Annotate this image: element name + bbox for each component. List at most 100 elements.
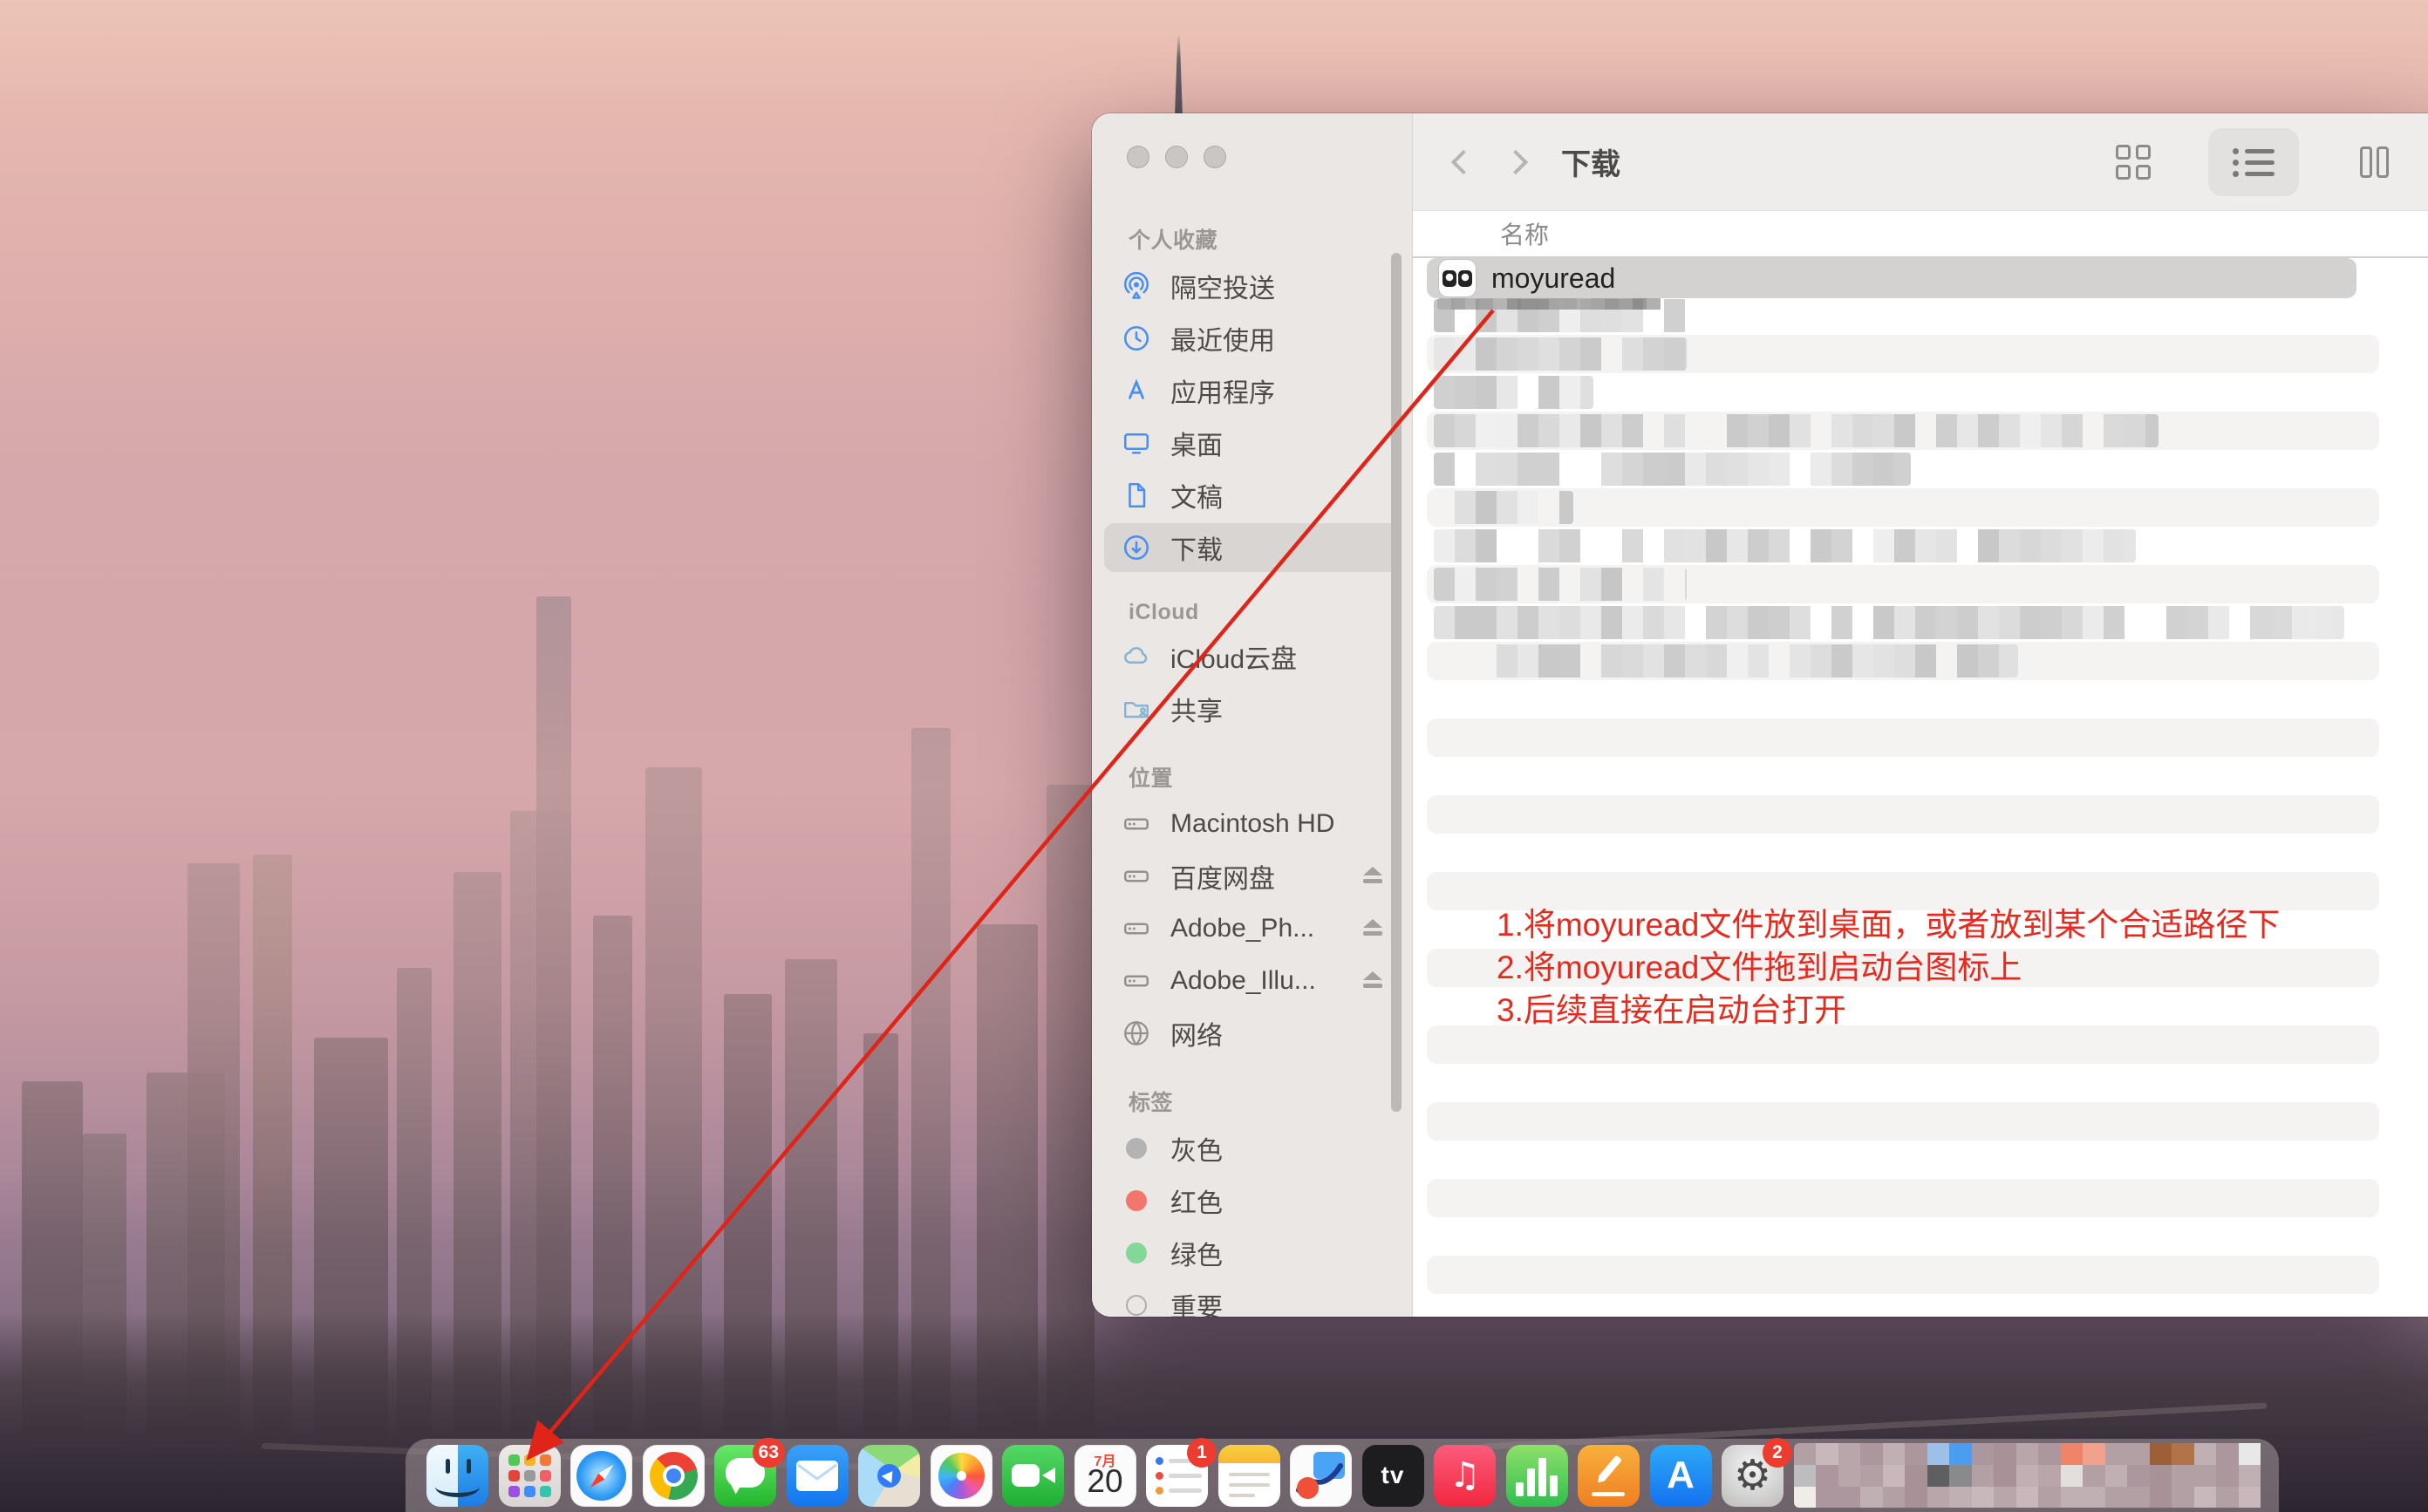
sidebar-item-recents[interactable]: 最近使用 <box>1104 314 1400 363</box>
file-row-redacted[interactable] <box>1434 414 2159 447</box>
file-list: moyuread 1.将moyuread文件放到桌面，或者放到某个合适路径下 2… <box>1413 258 2428 1317</box>
column-header-name[interactable]: 名称 <box>1500 216 1549 251</box>
sidebar-item-label: iCloud云盘 <box>1170 637 1297 676</box>
sidebar-item-tag-gray[interactable]: 灰色 <box>1104 1124 1400 1173</box>
download-icon <box>1120 531 1153 564</box>
eject-icon[interactable] <box>1361 971 1384 991</box>
dock-icons-redacted[interactable] <box>1794 1443 2282 1508</box>
reminders-badge: 1 <box>1187 1438 1217 1468</box>
calendar-day: 20 <box>1074 1463 1136 1500</box>
sidebar-item-macintosh-hd[interactable]: Macintosh HD <box>1104 800 1400 848</box>
sidebar-item-baidu-netdisk[interactable]: 百度网盘 <box>1104 852 1400 901</box>
file-row-redacted[interactable] <box>1434 453 1911 486</box>
dock-icon-mail[interactable] <box>787 1445 849 1507</box>
dock-icon-launchpad[interactable] <box>499 1445 561 1507</box>
sidebar-item-applications[interactable]: 应用程序 <box>1104 366 1400 415</box>
close-button[interactable] <box>1127 146 1149 168</box>
airdrop-icon <box>1120 269 1153 303</box>
dock: 63 7月 20 1 tv <box>406 1439 2279 1512</box>
list-view-button[interactable] <box>2208 128 2299 196</box>
dock-icon-chrome[interactable] <box>643 1445 705 1507</box>
dock-icon-music[interactable]: ♫ <box>1434 1445 1496 1507</box>
dock-icon-messages[interactable]: 63 <box>714 1445 776 1507</box>
dock-icon-notes[interactable] <box>1218 1445 1280 1507</box>
eject-icon[interactable] <box>1361 866 1384 887</box>
sidebar-item-icloud-drive[interactable]: iCloud云盘 <box>1104 632 1400 681</box>
dock-icon-finder[interactable] <box>426 1445 488 1507</box>
sidebar-item-adobe-illu[interactable]: Adobe_Illu... <box>1104 957 1400 1005</box>
navigation-arrow-icon <box>877 1464 901 1488</box>
file-row-moyuread[interactable]: moyuread <box>1427 258 2356 298</box>
dock-icon-calendar[interactable]: 7月 20 <box>1074 1445 1136 1507</box>
column-view-button[interactable] <box>2329 128 2419 196</box>
sidebar-item-network[interactable]: 网络 <box>1104 1009 1400 1058</box>
messages-badge: 63 <box>753 1438 785 1468</box>
dock-icon-numbers[interactable] <box>1506 1445 1568 1507</box>
eject-icon[interactable] <box>1361 918 1384 939</box>
zoom-button[interactable] <box>1204 146 1226 168</box>
empty-row-stripe <box>1427 1102 2379 1141</box>
file-row-redacted[interactable] <box>1434 529 2136 562</box>
dock-icon-pages[interactable] <box>1578 1445 1640 1507</box>
empty-row-stripe <box>1427 1256 2379 1294</box>
dock-icon-safari[interactable] <box>570 1445 632 1507</box>
dock-icon-appstore[interactable]: A <box>1650 1445 1712 1507</box>
sidebar-item-label: Macintosh HD <box>1170 809 1334 839</box>
sidebar-section-tags: 标签 <box>1129 1086 1412 1117</box>
file-row-redacted[interactable] <box>1434 568 1687 601</box>
grid-view-button[interactable] <box>2088 128 2179 196</box>
dock-icon-reminders[interactable]: 1 <box>1146 1445 1208 1507</box>
back-icon[interactable] <box>1451 149 1476 174</box>
sidebar-item-downloads[interactable]: 下载 <box>1104 523 1400 572</box>
dock-icon-maps[interactable] <box>858 1445 920 1507</box>
music-note-glyph: ♫ <box>1449 1455 1481 1495</box>
sidebar-item-desktop[interactable]: 桌面 <box>1104 419 1400 467</box>
appstore-a-glyph: A <box>1667 1454 1695 1497</box>
sidebar-item-tag-red[interactable]: 红色 <box>1104 1176 1400 1225</box>
list-view-icon <box>2233 143 2275 182</box>
empty-row-stripe <box>1427 719 2379 757</box>
sidebar-item-label: 绿色 <box>1170 1234 1223 1272</box>
dock-icon-freeform[interactable] <box>1290 1445 1352 1507</box>
sidebar-item-label: 下载 <box>1170 528 1223 567</box>
traffic-lights <box>1127 146 1226 168</box>
sidebar-item-tag-green[interactable]: 绿色 <box>1104 1229 1400 1277</box>
sidebar-item-label: 应用程序 <box>1170 371 1275 410</box>
forward-icon[interactable] <box>1504 149 1528 174</box>
tv-glyph: tv <box>1381 1461 1405 1489</box>
sidebar-section-icloud: iCloud <box>1129 600 1412 625</box>
shared-icon <box>1120 692 1153 725</box>
finder-sidebar: 个人收藏隔空投送最近使用应用程序桌面文稿下载iCloudiCloud云盘共享位置… <box>1092 113 1413 1317</box>
file-row-redacted[interactable] <box>1434 606 2344 639</box>
tag-icon <box>1120 1184 1153 1217</box>
sidebar-item-airdrop[interactable]: 隔空投送 <box>1104 262 1400 310</box>
sidebar-section-favorites: 个人收藏 <box>1129 223 1412 255</box>
sidebar-item-documents[interactable]: 文稿 <box>1104 471 1400 520</box>
file-name: moyuread <box>1491 262 1615 295</box>
file-row-redacted[interactable] <box>1434 644 2018 678</box>
hdd-icon <box>1120 860 1153 893</box>
moyuread-app-icon <box>1439 260 1476 296</box>
sidebar-item-label: 文稿 <box>1170 476 1223 514</box>
sidebar-item-shared[interactable]: 共享 <box>1104 684 1400 733</box>
dock-icon-photos[interactable] <box>931 1445 992 1507</box>
sidebar-item-tag-important[interactable]: 重要 <box>1104 1281 1400 1317</box>
file-row-redacted[interactable] <box>1434 337 1687 371</box>
sidebar-item-adobe-ph[interactable]: Adobe_Ph... <box>1104 904 1400 953</box>
grid-view-icon <box>2116 145 2151 180</box>
sidebar-item-label: 桌面 <box>1170 424 1223 462</box>
sidebar-item-label: 网络 <box>1170 1014 1223 1052</box>
file-row-redacted[interactable] <box>1434 376 1593 409</box>
tag-icon <box>1120 1289 1153 1317</box>
minimize-button[interactable] <box>1165 146 1188 168</box>
dock-icon-settings[interactable]: ⚙ 2 <box>1722 1445 1783 1507</box>
tag-icon <box>1120 1132 1153 1165</box>
tag-icon <box>1120 1236 1153 1270</box>
sidebar-scrollbar[interactable] <box>1391 253 1402 1112</box>
hdd-icon <box>1120 807 1153 841</box>
sidebar-item-label: Adobe_Ph... <box>1170 914 1314 943</box>
dock-icon-appletv[interactable]: tv <box>1362 1445 1424 1507</box>
dock-icon-facetime[interactable] <box>1002 1445 1064 1507</box>
empty-row-stripe <box>1427 795 2379 834</box>
file-row-redacted[interactable] <box>1434 491 1573 524</box>
